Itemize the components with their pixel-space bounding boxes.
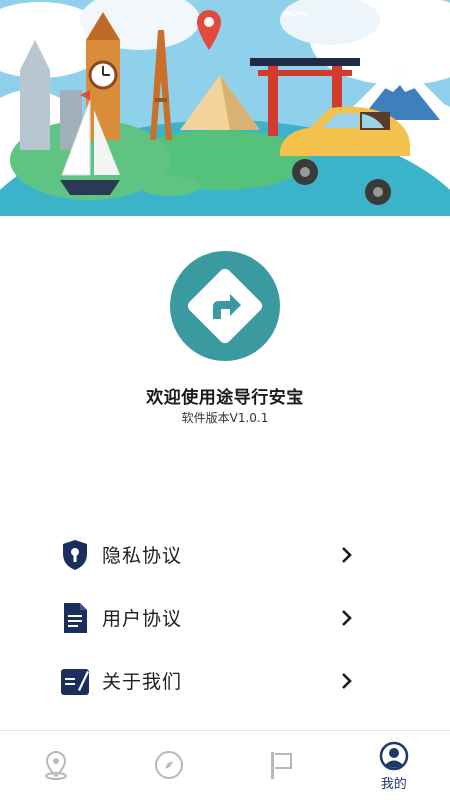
flag-icon bbox=[266, 750, 296, 780]
menu-item-privacy[interactable]: 隐私协议 bbox=[0, 523, 450, 586]
app-version: 软件版本V1.0.1 bbox=[181, 411, 269, 425]
tab-discover[interactable] bbox=[113, 731, 226, 800]
status-indicator: G bbox=[434, 5, 444, 18]
chevron-right-icon bbox=[338, 608, 354, 628]
document-icon bbox=[60, 601, 90, 635]
travel-landmarks-illustration bbox=[0, 0, 450, 216]
app-title: 欢迎使用途导行安宝 bbox=[146, 388, 304, 408]
shield-lock-icon bbox=[60, 538, 90, 572]
compass-icon bbox=[154, 750, 184, 780]
chevron-right-icon bbox=[338, 545, 354, 565]
location-pin-icon bbox=[41, 750, 71, 780]
bottom-tab-bar: 我的 bbox=[0, 730, 450, 800]
tab-label: 我的 bbox=[380, 777, 407, 792]
tab-map[interactable] bbox=[0, 731, 113, 800]
settings-menu: 隐私协议 用户协议 关于我们 bbox=[0, 523, 450, 712]
menu-item-about-us[interactable]: 关于我们 bbox=[0, 649, 450, 712]
chevron-right-icon bbox=[338, 671, 354, 691]
user-icon bbox=[379, 741, 409, 771]
menu-item-label: 用户协议 bbox=[102, 608, 183, 630]
turn-right-sign-icon bbox=[170, 251, 280, 361]
menu-item-label: 隐私协议 bbox=[102, 545, 183, 567]
status-time: 5:17 bbox=[8, 5, 41, 20]
app-logo bbox=[170, 251, 280, 361]
tab-mine[interactable]: 我的 bbox=[338, 731, 450, 800]
tab-trips[interactable] bbox=[225, 731, 338, 800]
menu-item-user-agreement[interactable]: 用户协议 bbox=[0, 586, 450, 649]
header-banner: 5:17 G bbox=[0, 0, 450, 216]
edit-note-icon bbox=[60, 664, 90, 698]
menu-item-label: 关于我们 bbox=[102, 671, 183, 693]
